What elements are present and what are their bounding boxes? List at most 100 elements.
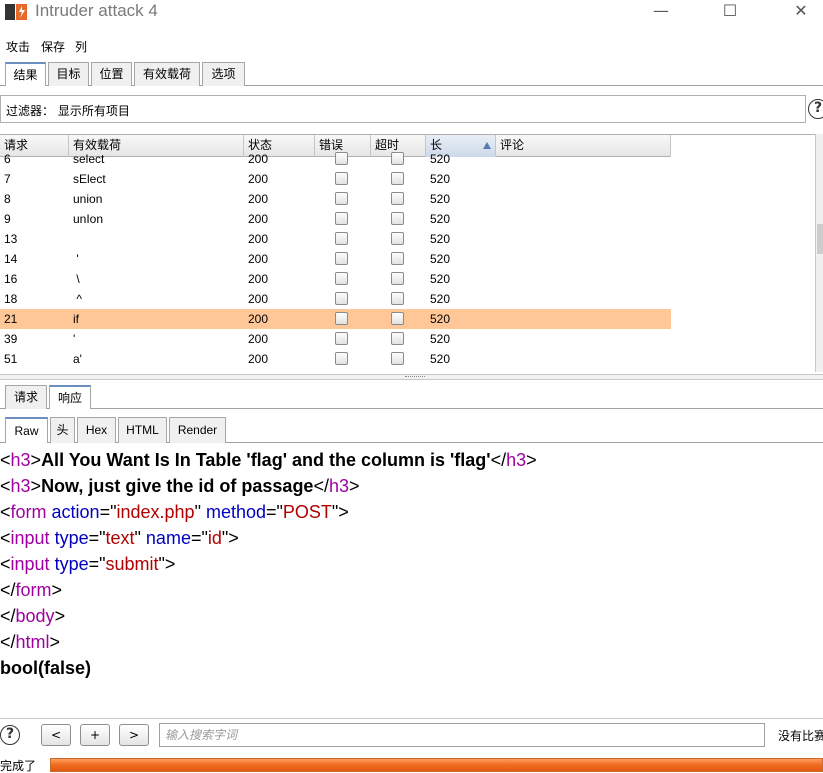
tab-render[interactable]: Render [169,417,226,443]
response-token: </ [0,580,16,600]
table-row[interactable]: 8 union 200 520 [0,189,671,209]
response-token: > [51,580,63,600]
tab-positions[interactable]: 位置 [91,62,132,86]
response-token: input [10,554,50,574]
timeout-checkbox [391,272,404,285]
cell-status: 200 [248,152,269,166]
minimize-button[interactable]: — [646,0,676,24]
results-table: 请求 有效载荷 状态 错误 超时 长 评论 6 select 200 520 7 sEle… [0,134,815,372]
next-match-button[interactable]: > [119,724,149,746]
timeout-checkbox [391,232,404,245]
tab-response[interactable]: 响应 [49,385,91,409]
title-bar: Intruder attack 4 — ☐ ✕ [0,0,823,24]
response-token: "> [158,554,176,574]
cell-status: 200 [248,352,269,366]
cell-comment [496,189,500,209]
table-row[interactable]: 51 a' 200 520 [0,349,671,369]
response-token: "> [331,502,349,522]
filter-bar[interactable]: 过滤器： 显示所有项目 [0,95,806,123]
maximize-button[interactable]: ☐ [715,0,745,24]
menu-save[interactable]: 保存 [41,38,65,55]
tab-hex[interactable]: Hex [77,417,116,443]
cell-payload: ^ [73,292,82,306]
error-checkbox [335,252,348,265]
tab-target[interactable]: 目标 [48,62,89,86]
cell-payload [69,229,73,249]
cell-comment [496,309,500,329]
response-token: h3 [10,450,31,470]
cell-comment [496,249,500,269]
tab-html[interactable]: HTML [118,417,167,443]
cell-length: 520 [430,272,451,286]
response-token: =" [190,528,208,548]
menu-bar: 攻击 保存 列 [0,34,823,56]
response-line: <h3>Now, just give the id of passage</h3… [0,473,360,499]
error-checkbox [335,332,348,345]
previous-match-button[interactable]: < [41,724,71,746]
cell-status: 200 [248,172,269,186]
cell-comment [496,229,500,249]
table-row[interactable]: 21 if 200 520 [0,309,671,329]
cell-status: 200 [248,232,269,246]
sort-ascending-icon [483,142,491,149]
tab-headers[interactable]: 头 [50,417,75,443]
timeout-checkbox [391,172,404,185]
cell-length: 520 [430,332,451,346]
response-token: < [0,476,11,496]
response-token: </ [0,632,16,652]
search-input[interactable] [159,723,765,747]
splitter-grip[interactable] [405,376,425,378]
burp-logo-icon [5,4,27,20]
response-body[interactable]: <h3>All You Want Is In Table 'flag' and … [0,446,823,718]
tab-options[interactable]: 选项 [202,62,245,86]
response-token: action [51,502,100,522]
pane-splitter[interactable] [0,374,823,380]
search-help-icon[interactable]: ? [0,725,20,745]
cell-payload: unIon [73,212,104,226]
response-token: Now, just give the id of passage [41,476,314,496]
cell-status: 200 [248,332,269,346]
response-token: h3 [328,476,349,496]
cell-payload: ' [73,332,76,346]
table-row[interactable]: 14 ' 200 520 [0,249,671,269]
table-row[interactable]: 13 200 520 [0,229,671,249]
timeout-checkbox [391,292,404,305]
menu-columns[interactable]: 列 [75,38,87,55]
error-checkbox [335,352,348,365]
cell-request: 9 [4,212,11,226]
response-token: bool(false) [0,658,92,678]
table-row[interactable]: 7 sElect 200 520 [0,169,671,189]
response-token: form [15,580,52,600]
cell-status: 200 [248,252,269,266]
tab-payloads[interactable]: 有效载荷 [134,62,200,86]
tab-request[interactable]: 请求 [5,385,47,409]
timeout-checkbox [391,252,404,265]
error-checkbox [335,232,348,245]
cell-length: 520 [430,312,451,326]
filter-help-icon[interactable]: ? [808,99,823,119]
cell-comment [496,209,500,229]
response-token: body [15,606,55,626]
menu-attack[interactable]: 攻击 [6,38,30,55]
cell-request: 6 [4,152,11,166]
cell-length: 520 [430,212,451,226]
table-scrollbar[interactable] [815,134,823,372]
scrollbar-thumb[interactable] [817,224,823,254]
table-row[interactable]: 9 unIon 200 520 [0,209,671,229]
tab-results[interactable]: 结果 [5,62,46,86]
cell-payload: a' [73,352,82,366]
tab-raw[interactable]: Raw [5,417,48,443]
response-token: submit [105,554,159,574]
close-button[interactable]: ✕ [786,0,816,24]
response-token: POST [282,502,332,522]
add-search-button[interactable]: + [80,724,110,746]
table-row[interactable]: 39 ' 200 520 [0,329,671,349]
response-token: type [54,554,89,574]
table-row[interactable]: 18 ^ 200 520 [0,289,671,309]
response-token: name [145,528,191,548]
table-row[interactable]: 6 select 200 520 [0,149,671,169]
cell-request: 14 [4,252,18,266]
table-row[interactable]: 16 \ 200 520 [0,269,671,289]
cell-request: 16 [4,272,18,286]
response-line: <input type="text" name="id"> [0,525,239,551]
